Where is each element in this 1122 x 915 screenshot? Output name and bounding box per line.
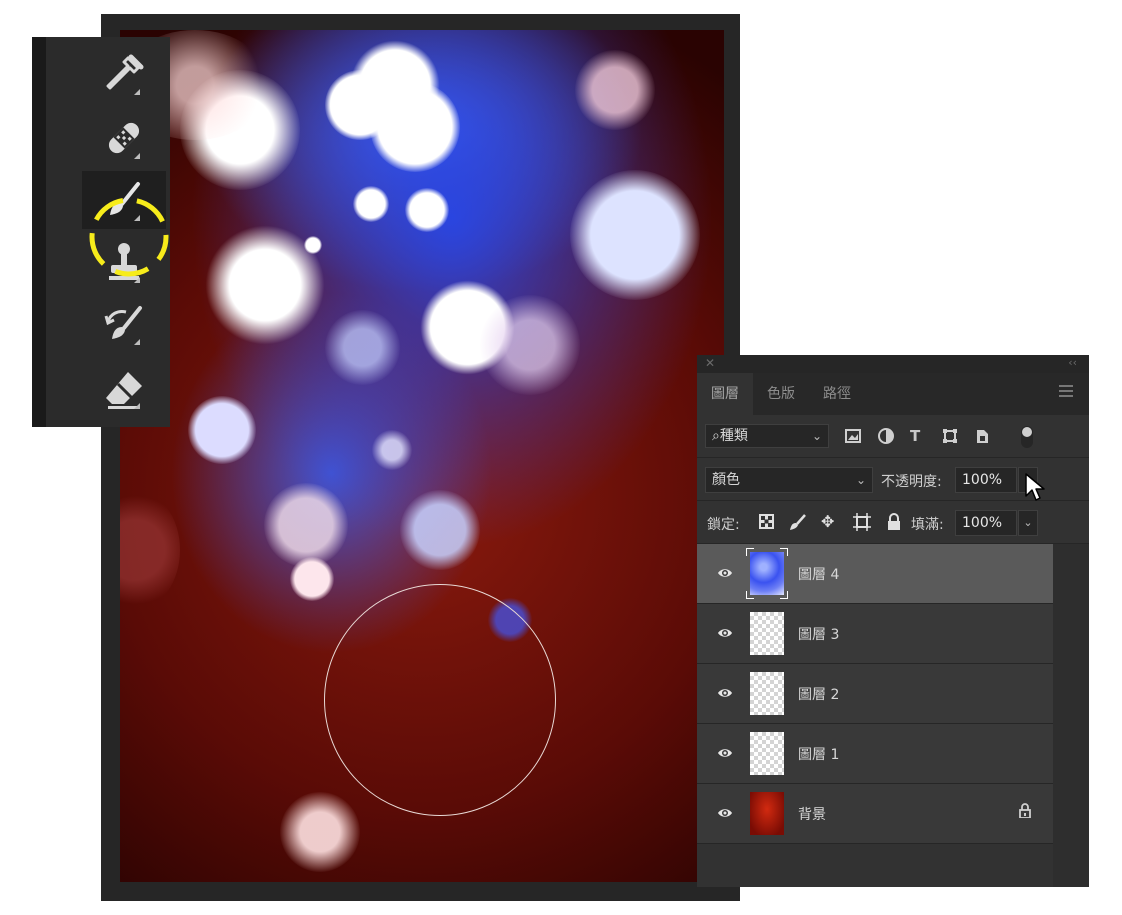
layer-name: 圖層 3 (798, 627, 840, 643)
smart-object-filter-icon[interactable] (974, 428, 990, 444)
layer-thumbnail (750, 672, 784, 715)
eye-icon[interactable] (717, 685, 733, 701)
eraser-tool[interactable] (82, 359, 166, 417)
tab-layers[interactable]: 圖層 (697, 373, 753, 415)
eye-icon[interactable] (717, 745, 733, 761)
pixel-filter-icon[interactable] (845, 429, 861, 443)
opacity-input[interactable]: 100% ⌄ (955, 467, 1038, 493)
panel-menu-icon[interactable] (1059, 385, 1073, 400)
blend-mode-value: 顏色 (712, 472, 740, 488)
layer-filter-row: ⌕種類 ⌄ T (697, 415, 1089, 458)
shape-filter-icon[interactable] (942, 428, 958, 444)
lock-label: 鎖定: (707, 517, 740, 533)
history-brush-icon (104, 306, 142, 339)
tool-highlight-circle (89, 197, 169, 277)
lock-transparent-pixels-icon[interactable] (759, 514, 774, 529)
bokeh-circle (120, 490, 180, 610)
opacity-value: 100% (962, 472, 1003, 488)
filter-kind-label: 種類 (719, 428, 748, 444)
panel-titlebar: ✕ ‹‹ (697, 355, 1089, 373)
lock-image-pixels-icon[interactable] (789, 513, 807, 531)
eye-icon[interactable] (717, 805, 733, 821)
tools-panel-edge (32, 37, 46, 427)
thumbnail-selection-frame (746, 548, 788, 599)
layers-list: 圖層 4 圖層 3 圖層 2 圖層 1 背景 (697, 544, 1053, 844)
bokeh-circle (400, 490, 480, 570)
eye-icon[interactable] (717, 565, 733, 581)
bokeh-circle (570, 170, 700, 300)
eyedropper-tool[interactable] (82, 45, 166, 103)
blend-mode-select[interactable]: 顏色 ⌄ (705, 467, 873, 493)
bokeh-circle (405, 188, 449, 232)
bokeh-circle (290, 557, 334, 601)
layer-thumbnail (750, 792, 784, 835)
tab-channels[interactable]: 色版 (753, 373, 809, 415)
bokeh-circle (280, 792, 360, 872)
bokeh-circle (372, 430, 412, 470)
layer-thumbnail (750, 732, 784, 775)
lock-row: 鎖定: ✥ 填滿: 100% ⌄ (697, 501, 1089, 544)
tools-panel (32, 37, 170, 427)
bandage-icon (108, 122, 140, 154)
layer-name: 圖層 4 (798, 567, 840, 583)
fill-value: 100% (962, 515, 1003, 531)
eraser-icon (106, 372, 142, 409)
bokeh-circle (264, 483, 348, 567)
layer-row-background[interactable]: 背景 (697, 784, 1053, 844)
lock-position-icon[interactable]: ✥ (821, 512, 834, 531)
healing-brush-tool[interactable] (82, 109, 166, 167)
fill-label: 填滿: (911, 517, 944, 533)
filter-kind-select[interactable]: ⌕種類 ⌄ (705, 424, 829, 448)
bokeh-circle (480, 295, 580, 395)
lock-icon (1019, 803, 1031, 818)
lock-artboard-icon[interactable] (853, 513, 871, 531)
layers-panel: ✕ ‹‹ 圖層 色版 路徑 ⌕種類 ⌄ T 顏色 ⌄ 不透明度: 100% ⌄ … (697, 355, 1089, 887)
layer-row-1[interactable]: 圖層 1 (697, 724, 1053, 784)
layer-thumbnail (750, 612, 784, 655)
document-canvas[interactable] (120, 30, 724, 882)
layer-row-3[interactable]: 圖層 3 (697, 604, 1053, 664)
collapse-icon[interactable]: ‹‹ (1068, 356, 1077, 369)
chevron-down-icon: ⌄ (811, 429, 822, 443)
bokeh-circle (575, 50, 655, 130)
lock-all-icon[interactable] (887, 513, 901, 530)
layer-row-2[interactable]: 圖層 2 (697, 664, 1053, 724)
mouse-pointer-icon (1025, 473, 1045, 501)
eye-icon[interactable] (717, 625, 733, 641)
bokeh-circle (370, 82, 460, 172)
opacity-label: 不透明度: (881, 474, 942, 490)
bokeh-circle (205, 225, 325, 345)
adjustment-filter-icon[interactable] (878, 428, 894, 444)
close-icon[interactable]: ✕ (705, 356, 715, 370)
filter-toggle-icon[interactable] (1020, 425, 1034, 449)
layer-name: 圖層 1 (798, 747, 840, 763)
bokeh-circle (353, 186, 389, 222)
layers-scrollbar[interactable] (1053, 544, 1089, 887)
fill-input[interactable]: 100% ⌄ (955, 510, 1038, 536)
layer-row-4[interactable]: 圖層 4 (697, 544, 1053, 604)
history-brush-tool[interactable] (82, 295, 166, 353)
eyedropper-icon (106, 54, 144, 90)
bokeh-circle (325, 310, 400, 385)
document-window (101, 14, 740, 901)
panel-tabs: 圖層 色版 路徑 (697, 373, 1089, 415)
tab-paths[interactable]: 路徑 (809, 373, 865, 415)
layer-name: 背景 (798, 807, 826, 823)
bokeh-circle (188, 396, 256, 464)
brush-size-cursor (324, 584, 556, 816)
search-icon: ⌕ (712, 428, 720, 444)
fill-dropdown-button[interactable]: ⌄ (1018, 510, 1038, 536)
type-filter-icon[interactable]: T (910, 427, 920, 445)
layer-name: 圖層 2 (798, 687, 840, 703)
chevron-down-icon: ⌄ (855, 473, 866, 487)
